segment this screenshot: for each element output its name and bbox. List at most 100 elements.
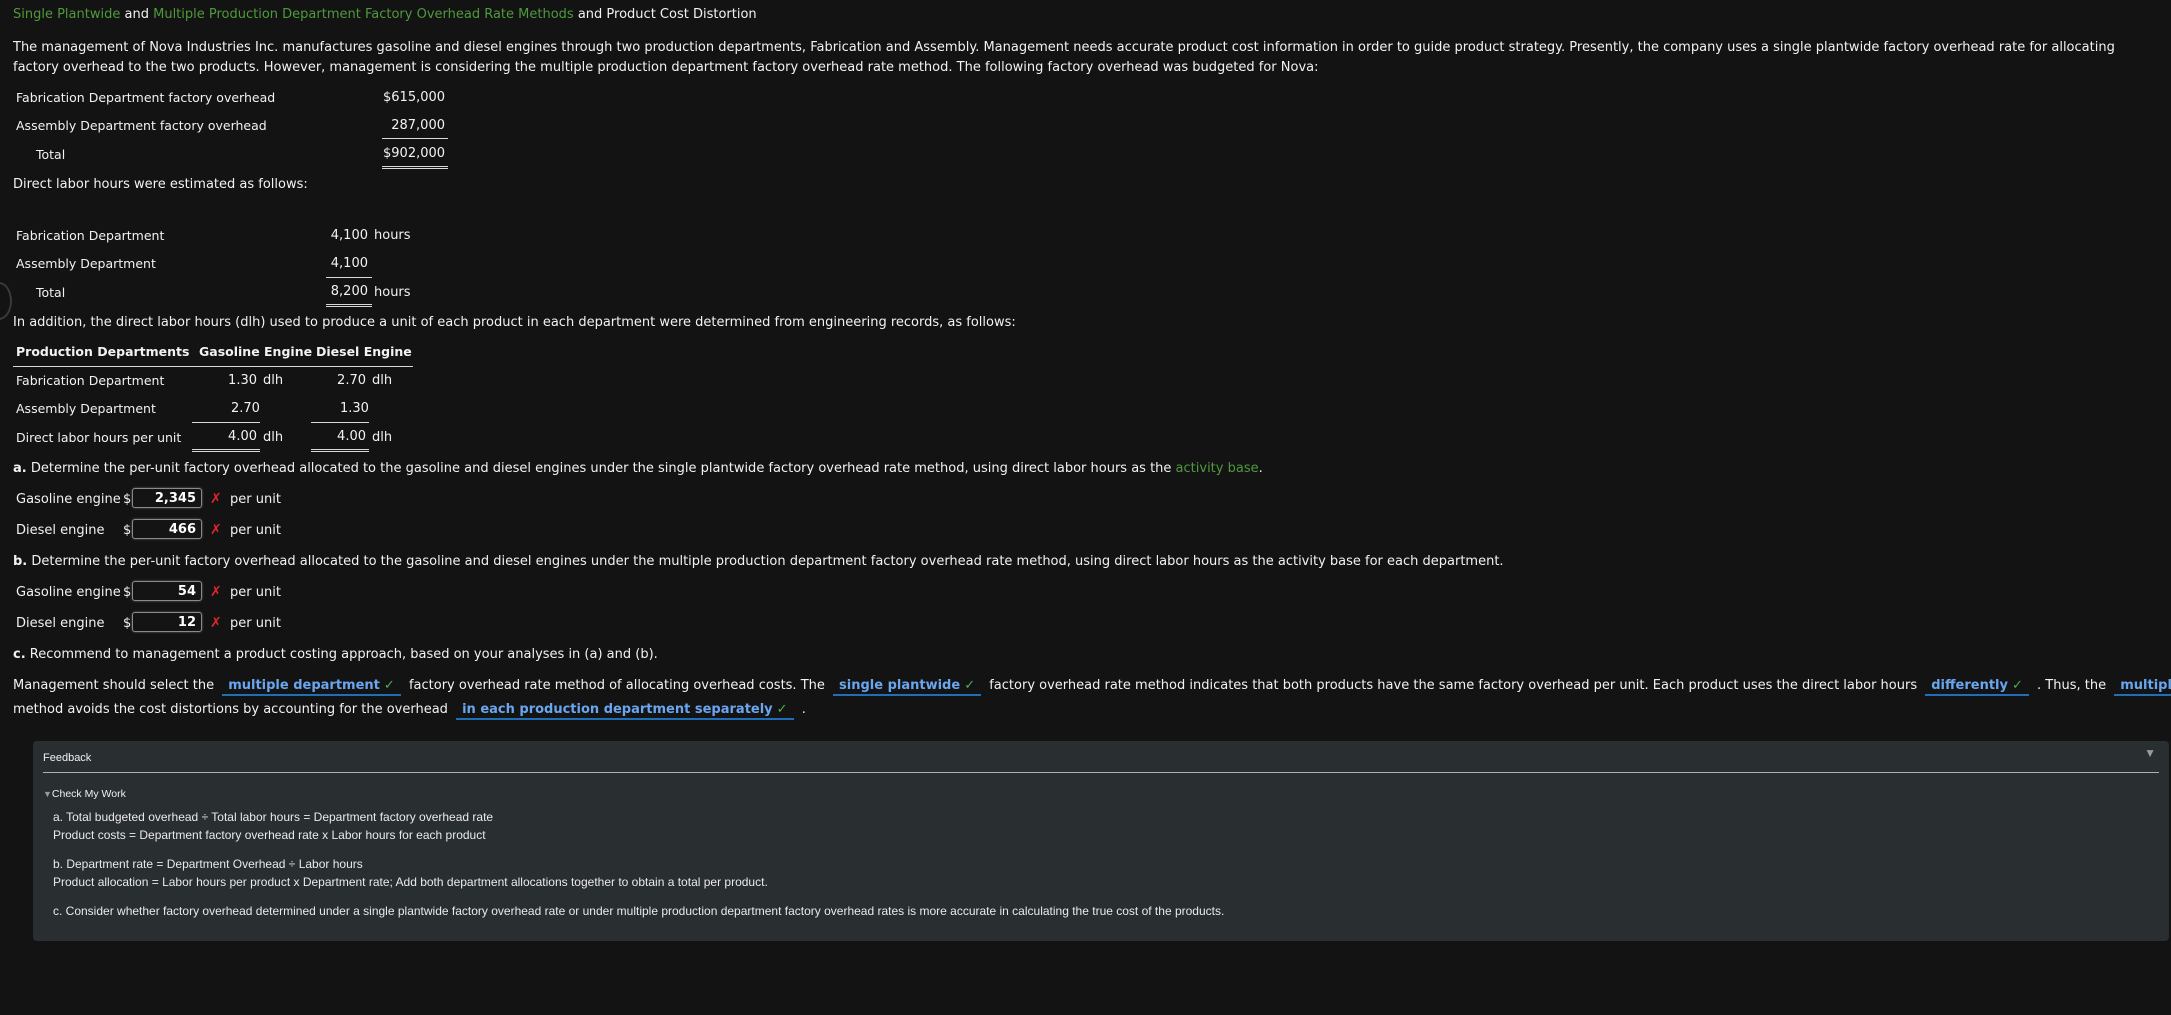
diesel-total-rule — [311, 449, 369, 452]
header-diesel-engine: Diesel Engine — [316, 344, 412, 359]
currency-symbol: $ — [123, 585, 132, 600]
gas-value: 4.00 — [228, 429, 257, 444]
gas-value: 2.70 — [231, 401, 260, 416]
part-a-gasoline-input[interactable] — [132, 488, 202, 508]
unit-suffix: per unit — [230, 492, 281, 507]
row-unit: hours — [374, 228, 411, 243]
activity-base-link[interactable]: activity base — [1176, 461, 1259, 476]
overhead-accounting-dropdown[interactable]: in each production department separately… — [456, 702, 794, 720]
single-plantwide-dropdown[interactable]: single plantwide ✓ — [833, 678, 982, 696]
punctuation: . — [1258, 461, 1263, 476]
feedback-line: a. Total budgeted overhead ÷ Total labor… — [53, 810, 494, 824]
select-method-dropdown[interactable]: multiple department ✓ — [222, 678, 401, 696]
title-link-single-plantwide[interactable]: Single Plantwide — [13, 7, 120, 22]
row-value: $615,000 — [383, 90, 446, 105]
row-value: 4,100 — [330, 228, 368, 243]
header-gasoline-engine: Gasoline Engine — [199, 344, 313, 359]
diesel-value: 4.00 — [337, 429, 366, 444]
check-my-work-toggle[interactable]: ▼Check My Work — [43, 788, 126, 800]
row-unit: hours — [374, 285, 411, 300]
gas-unit: dlh — [263, 373, 284, 388]
table-row: Total — [36, 147, 65, 162]
selected-value: in each production department separately — [462, 702, 773, 717]
answer-label: Gasoline engine — [16, 492, 121, 507]
gas-value: 1.30 — [228, 373, 257, 388]
labor-hours-usage-dropdown[interactable]: differently ✓ — [1925, 678, 2029, 696]
correct-icon: ✓ — [776, 702, 788, 717]
subtotal-rule — [326, 277, 372, 278]
part-c-text: Recommend to management a product costin… — [29, 647, 658, 662]
row-value: 287,000 — [391, 118, 445, 133]
table-row: Assembly Department — [16, 401, 156, 416]
unit-suffix: per unit — [230, 616, 281, 631]
total-rule — [326, 304, 372, 307]
part-a-diesel-input[interactable] — [132, 519, 202, 539]
row-label: Direct labor hours per unit — [16, 430, 182, 445]
header-rule — [13, 366, 413, 367]
row-label: Total — [36, 285, 66, 300]
part-b-gasoline-input[interactable] — [132, 581, 202, 601]
row-label: Fabrication Department — [16, 228, 165, 243]
table-row: Total — [36, 285, 65, 300]
dlh-per-unit-intro: In addition, the direct labor hours (dlh… — [13, 315, 1016, 330]
row-label: Fabrication Department — [16, 373, 165, 388]
row-value: 4,100 — [330, 256, 368, 271]
sentence-text: factory overhead rate method indicates t… — [989, 678, 1918, 693]
row-value: 8,200 — [330, 284, 368, 299]
part-c-sentence-line1: Management should select the multiple de… — [13, 678, 2171, 696]
table-row: Fabrication Department — [16, 373, 164, 388]
feedback-title: Feedback — [43, 752, 92, 764]
incorrect-icon: ✗ — [210, 491, 222, 507]
row-label: Assembly Department — [16, 401, 156, 416]
part-b-prompt: b. Determine the per-unit factory overhe… — [13, 554, 1504, 569]
diesel-value: 2.70 — [337, 373, 366, 388]
part-b-letter: b. — [13, 554, 28, 569]
incorrect-icon: ✗ — [210, 522, 222, 538]
subtotal-rule — [382, 138, 448, 139]
unit-suffix: per unit — [230, 523, 281, 538]
sentence-text: factory overhead rate method of allocati… — [408, 678, 825, 693]
gas-total-rule — [192, 449, 260, 452]
feedback-line: Product costs = Department factory overh… — [53, 828, 486, 842]
gas-unit: dlh — [263, 430, 284, 445]
diesel-subtotal-rule — [311, 422, 369, 423]
incorrect-icon: ✗ — [210, 584, 222, 600]
dlh-intro: Direct labor hours were estimated as fol… — [13, 177, 308, 192]
header-production-departments: Production Departments — [16, 344, 190, 359]
answer-label: Diesel engine — [16, 616, 105, 631]
intro-paragraph: The management of Nova Industries Inc. m… — [13, 40, 2115, 75]
scroll-edge-decoration — [0, 282, 12, 320]
part-c-sentence-line2: method avoids the cost distortions by ac… — [13, 702, 806, 720]
part-a-letter: a. — [13, 461, 27, 476]
collapse-toggle-icon[interactable]: ▼ — [2144, 746, 2156, 760]
currency-symbol: $ — [123, 616, 132, 631]
part-b-text: Determine the per-unit factory overhead … — [31, 554, 1504, 569]
unit-suffix: per unit — [230, 585, 281, 600]
feedback-line: c. Consider whether factory overhead det… — [53, 904, 1225, 918]
diesel-value: 1.30 — [340, 401, 369, 416]
title-text: and Product Cost Distortion — [577, 7, 757, 22]
incorrect-icon: ✗ — [210, 615, 222, 631]
part-a-prompt: a. Determine the per-unit factory overhe… — [13, 461, 1263, 476]
gas-subtotal-rule — [192, 422, 260, 423]
row-label: Assembly Department — [16, 256, 156, 271]
diesel-unit: dlh — [372, 373, 393, 388]
correct-icon: ✓ — [2012, 678, 2023, 693]
table-row: Fabrication Department — [16, 228, 164, 243]
sentence-text: . Thus, the — [2037, 678, 2107, 693]
table-row: Direct labor hours per unit — [16, 430, 181, 445]
rate-method-dropdown[interactable]: multiple department✓ — [2114, 678, 2171, 696]
sentence-text: . — [801, 702, 806, 717]
title-link-multiple-department[interactable]: Multiple Production Department Factory O… — [153, 7, 574, 22]
table-row: Fabrication Department factory overhead — [16, 90, 275, 105]
selected-value: multiple department — [228, 678, 380, 693]
part-b-diesel-input[interactable] — [132, 612, 202, 632]
table-row: Assembly Department factory overhead — [16, 118, 267, 133]
table-row: Assembly Department — [16, 256, 156, 271]
check-my-work-label: Check My Work — [51, 788, 126, 800]
title-text: and — [124, 7, 149, 22]
disclosure-triangle-icon: ▼ — [43, 789, 52, 799]
part-a-text: Determine the per-unit factory overhead … — [30, 461, 1172, 476]
correct-icon: ✓ — [964, 678, 976, 693]
selected-value: single plantwide — [839, 678, 961, 693]
